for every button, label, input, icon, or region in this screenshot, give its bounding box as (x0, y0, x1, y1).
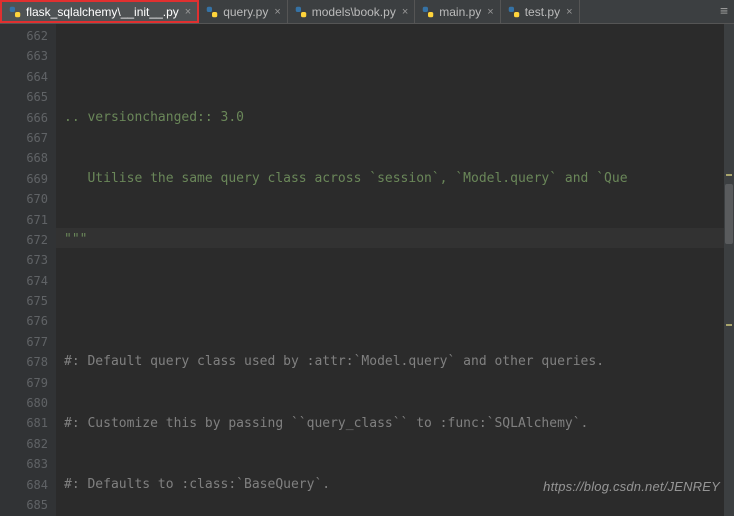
line-number: 669 (0, 169, 48, 189)
tab-models-book[interactable]: models\book.py × (288, 0, 415, 23)
code-line (64, 291, 734, 311)
line-number: 681 (0, 413, 48, 433)
tab-label: models\book.py (312, 5, 396, 19)
line-number: 685 (0, 495, 48, 515)
line-number-gutter: 6626636646656666676686696706716726736746… (0, 24, 56, 516)
scrollbar-thumb[interactable] (725, 184, 733, 244)
menu-icon: ≡ (720, 4, 728, 19)
tab-test[interactable]: test.py × (501, 0, 580, 23)
line-number: 662 (0, 26, 48, 46)
tab-flask-sqlalchemy-init[interactable]: flask_sqlalchemy\__init__.py × (0, 0, 199, 23)
line-number: 667 (0, 128, 48, 148)
close-icon[interactable]: × (487, 6, 493, 18)
line-number: 670 (0, 189, 48, 209)
close-icon[interactable]: × (185, 6, 191, 18)
tab-label: test.py (525, 5, 560, 19)
scrollbar-mark (726, 174, 732, 176)
line-number: 665 (0, 87, 48, 107)
line-number: 674 (0, 271, 48, 291)
line-number: 666 (0, 108, 48, 128)
code-line: #: Customize this by passing ``query_cla… (64, 414, 734, 434)
editor-tabs: flask_sqlalchemy\__init__.py × query.py … (0, 0, 734, 24)
code-line: Utilise the same query class across `ses… (64, 169, 734, 189)
line-number: 676 (0, 311, 48, 331)
tab-label: main.py (439, 5, 481, 19)
tabs-overflow[interactable]: ≡ (714, 0, 734, 23)
code-area[interactable]: .. versionchanged:: 3.0 Utilise the same… (56, 24, 734, 516)
line-number: 663 (0, 46, 48, 66)
code-line: #: Default query class used by :attr:`Mo… (64, 352, 734, 372)
line-number: 680 (0, 393, 48, 413)
close-icon[interactable]: × (402, 6, 408, 18)
line-number: 682 (0, 434, 48, 454)
line-number: 677 (0, 332, 48, 352)
python-file-icon (8, 5, 22, 19)
tab-label: flask_sqlalchemy\__init__.py (26, 5, 179, 19)
python-file-icon (294, 5, 308, 19)
line-number: 683 (0, 454, 48, 474)
line-number: 668 (0, 148, 48, 168)
line-number: 679 (0, 373, 48, 393)
python-file-icon (205, 5, 219, 19)
close-icon[interactable]: × (566, 6, 572, 18)
code-line: .. versionchanged:: 3.0 (64, 108, 734, 128)
code-editor[interactable]: 6626636646656666676686696706716726736746… (0, 24, 734, 516)
vertical-scrollbar[interactable] (724, 24, 734, 516)
tab-query[interactable]: query.py × (199, 0, 288, 23)
scrollbar-mark (726, 324, 732, 326)
line-number: 664 (0, 67, 48, 87)
line-number: 673 (0, 250, 48, 270)
tab-main[interactable]: main.py × (415, 0, 500, 23)
current-line-highlight (56, 228, 734, 248)
line-number: 684 (0, 475, 48, 495)
line-number: 675 (0, 291, 48, 311)
tab-label: query.py (223, 5, 268, 19)
python-file-icon (421, 5, 435, 19)
line-number: 671 (0, 210, 48, 230)
line-number: 672 (0, 230, 48, 250)
line-number: 678 (0, 352, 48, 372)
close-icon[interactable]: × (274, 6, 280, 18)
python-file-icon (507, 5, 521, 19)
watermark-text: https://blog.csdn.net/JENREY (543, 479, 720, 494)
